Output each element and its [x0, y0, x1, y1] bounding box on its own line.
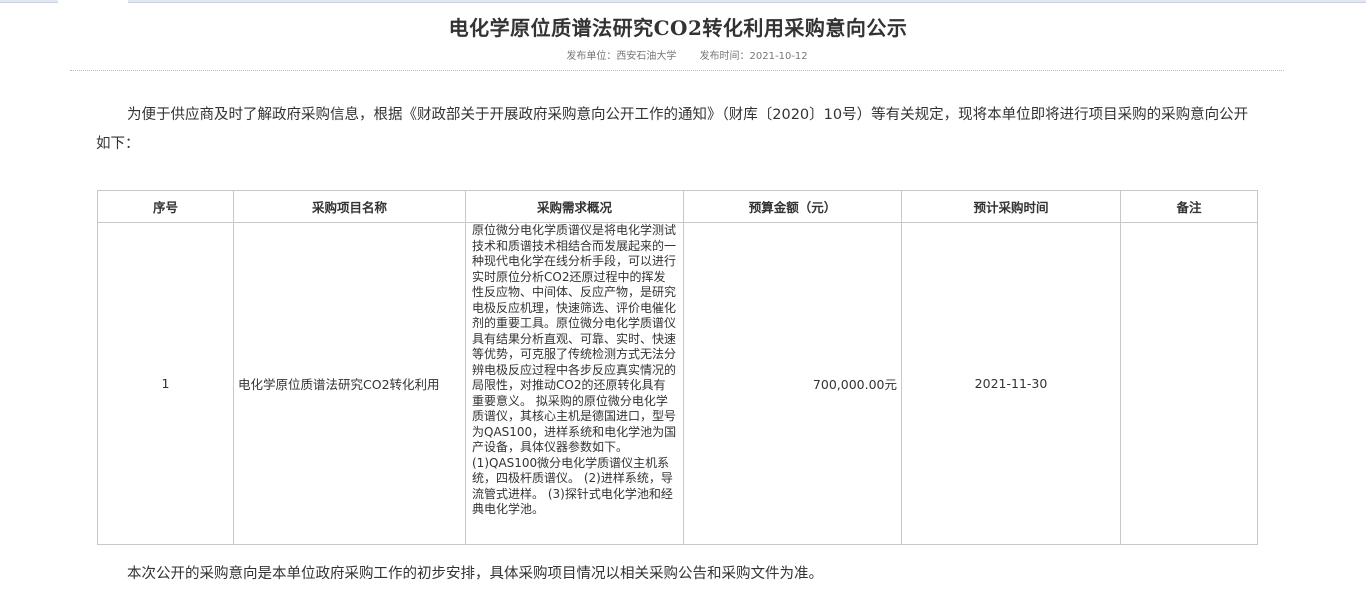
table-row: 1 电化学原位质谱法研究CO2转化利用 原位微分电化学质谱仪是将电化学测试技术和… — [97, 222, 1258, 545]
cell-index: 1 — [97, 222, 234, 545]
cell-budget: 700,000.00元 — [683, 222, 902, 545]
header-description: 采购需求概况 — [465, 190, 684, 223]
cell-remarks — [1120, 222, 1258, 545]
intro-paragraph: 为便于供应商及时了解政府采购信息，根据《财政部关于开展政府采购意向公开工作的通知… — [96, 107, 1249, 152]
browser-top-strip — [0, 0, 1366, 4]
table-header-row: 序号 采购项目名称 采购需求概况 预算金额（元） 预计采购时间 备注 — [97, 190, 1258, 223]
cell-description: 原位微分电化学质谱仪是将电化学测试技术和质谱技术相结合而发展起来的一种现代电化学… — [465, 222, 684, 545]
header-index: 序号 — [97, 190, 234, 223]
header-budget: 预算金额（元） — [683, 190, 902, 223]
publish-time: 发布时间：2021-10-12 — [699, 51, 808, 62]
header-expected-time: 预计采购时间 — [901, 190, 1121, 223]
closing-paragraph: 本次公开的采购意向是本单位政府采购工作的初步安排，具体采购项目情况以相关采购公告… — [127, 566, 823, 582]
publisher-info: 发布单位：西安石油大学 — [566, 51, 677, 62]
header-project-name: 采购项目名称 — [233, 190, 466, 223]
cell-expected-time: 2021-11-30 — [901, 222, 1121, 545]
top-strip-right-segment — [128, 0, 1366, 3]
top-strip-left-segment — [0, 0, 58, 3]
header-remarks: 备注 — [1120, 190, 1258, 223]
notice-meta: 发布单位：西安石油大学 发布时间：2021-10-12 — [0, 47, 1366, 62]
procurement-table: 序号 采购项目名称 采购需求概况 预算金额（元） 预计采购时间 备注 1 电化学… — [97, 190, 1258, 545]
cell-project-name: 电化学原位质谱法研究CO2转化利用 — [233, 222, 466, 545]
notice-title: 电化学原位质谱法研究CO2转化利用采购意向公示 — [448, 16, 908, 40]
title-divider — [70, 70, 1284, 71]
